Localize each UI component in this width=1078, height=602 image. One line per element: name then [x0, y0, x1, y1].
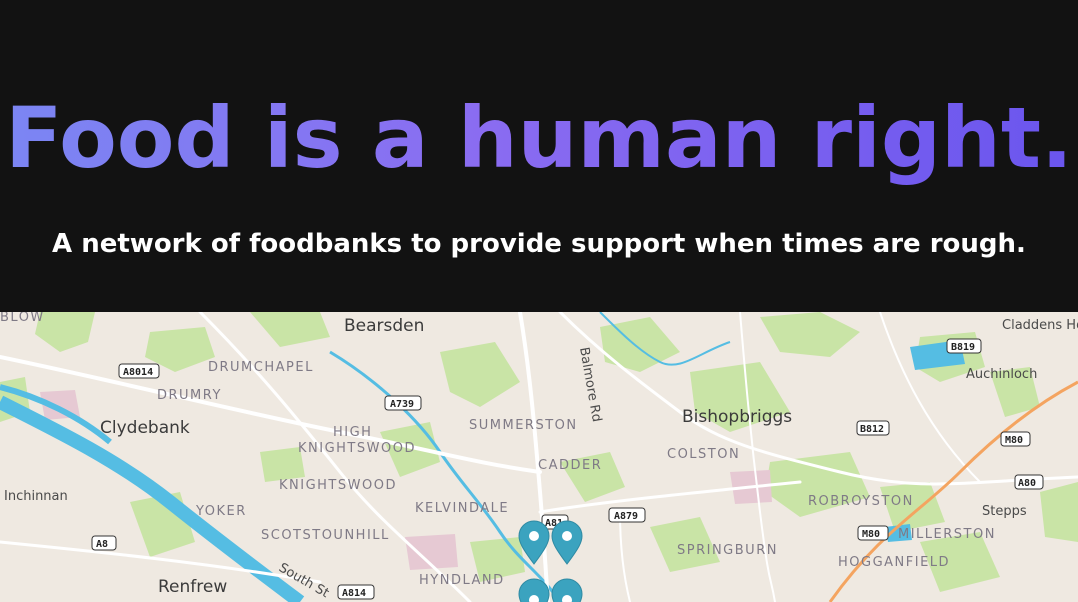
- label-bishopbriggs: Bishopbriggs: [682, 407, 792, 427]
- label-blow: BLOW: [0, 312, 45, 325]
- road-shield-a8: A8: [91, 535, 117, 551]
- label-bearsden: Bearsden: [344, 316, 424, 336]
- label-high-knightswood: KNIGHTSWOOD: [298, 441, 416, 456]
- svg-text:B812: B812: [860, 424, 884, 435]
- label-scotstounhill: SCOTSTOUNHILL: [261, 528, 390, 543]
- label-clydebank: Clydebank: [100, 418, 190, 438]
- label-drumchapel: DRUMCHAPEL: [208, 360, 314, 375]
- svg-text:A8014: A8014: [123, 367, 153, 378]
- label-summerston: SUMMERSTON: [469, 418, 578, 433]
- road-shield-a80: A80: [1014, 474, 1044, 490]
- road-shield-m80-bottom: M80: [857, 525, 889, 541]
- svg-text:A80: A80: [1018, 478, 1036, 489]
- svg-text:A814: A814: [342, 588, 366, 599]
- foodbank-map[interactable]: BLOW Bearsden Claddens Hol DRUMCHAPEL DR…: [0, 312, 1078, 602]
- hero-headline: Food is a human right.: [0, 78, 1078, 198]
- svg-text:A8: A8: [96, 539, 108, 550]
- label-claddens: Claddens Hol: [1002, 318, 1078, 333]
- road-shield-a739: A739: [384, 395, 422, 411]
- svg-text:M80: M80: [862, 529, 880, 540]
- label-high: HIGH: [333, 425, 372, 440]
- hero-tagline: A network of foodbanks to provide suppor…: [52, 229, 1026, 259]
- svg-text:M80: M80: [1005, 435, 1023, 446]
- road-shield-a8014: A8014: [118, 363, 160, 379]
- label-inchinnan: Inchinnan: [4, 489, 68, 504]
- label-stepps: Stepps: [982, 504, 1027, 519]
- svg-text:B819: B819: [951, 342, 975, 353]
- svg-text:A739: A739: [390, 399, 414, 410]
- label-kelvindale: KELVINDALE: [415, 501, 509, 516]
- road-shield-b812: B812: [856, 420, 890, 436]
- label-springburn: SPRINGBURN: [677, 543, 778, 558]
- hero-section: Food is a human right. A network of food…: [0, 0, 1078, 312]
- label-knightswood: KNIGHTSWOOD: [279, 478, 397, 493]
- label-robroyston: ROBROYSTON: [808, 494, 914, 509]
- road-shield-a814: A814: [337, 584, 375, 600]
- label-auchinloch: Auchinloch: [966, 367, 1037, 382]
- label-cadder: CADDER: [538, 458, 602, 473]
- label-hyndland: HYNDLAND: [419, 573, 505, 588]
- label-drumry: DRUMRY: [157, 388, 222, 403]
- label-hogganfield: HOGGANFIELD: [838, 555, 950, 570]
- label-millerston: MILLERSTON: [898, 527, 996, 542]
- label-colston: COLSTON: [667, 447, 740, 462]
- label-renfrew: Renfrew: [158, 577, 227, 597]
- road-shield-m80-top: M80: [1000, 431, 1031, 447]
- label-yoker: YOKER: [195, 504, 247, 519]
- road-shield-b819: B819: [946, 338, 982, 354]
- svg-text:A879: A879: [614, 511, 638, 522]
- road-shield-a879: A879: [608, 507, 646, 523]
